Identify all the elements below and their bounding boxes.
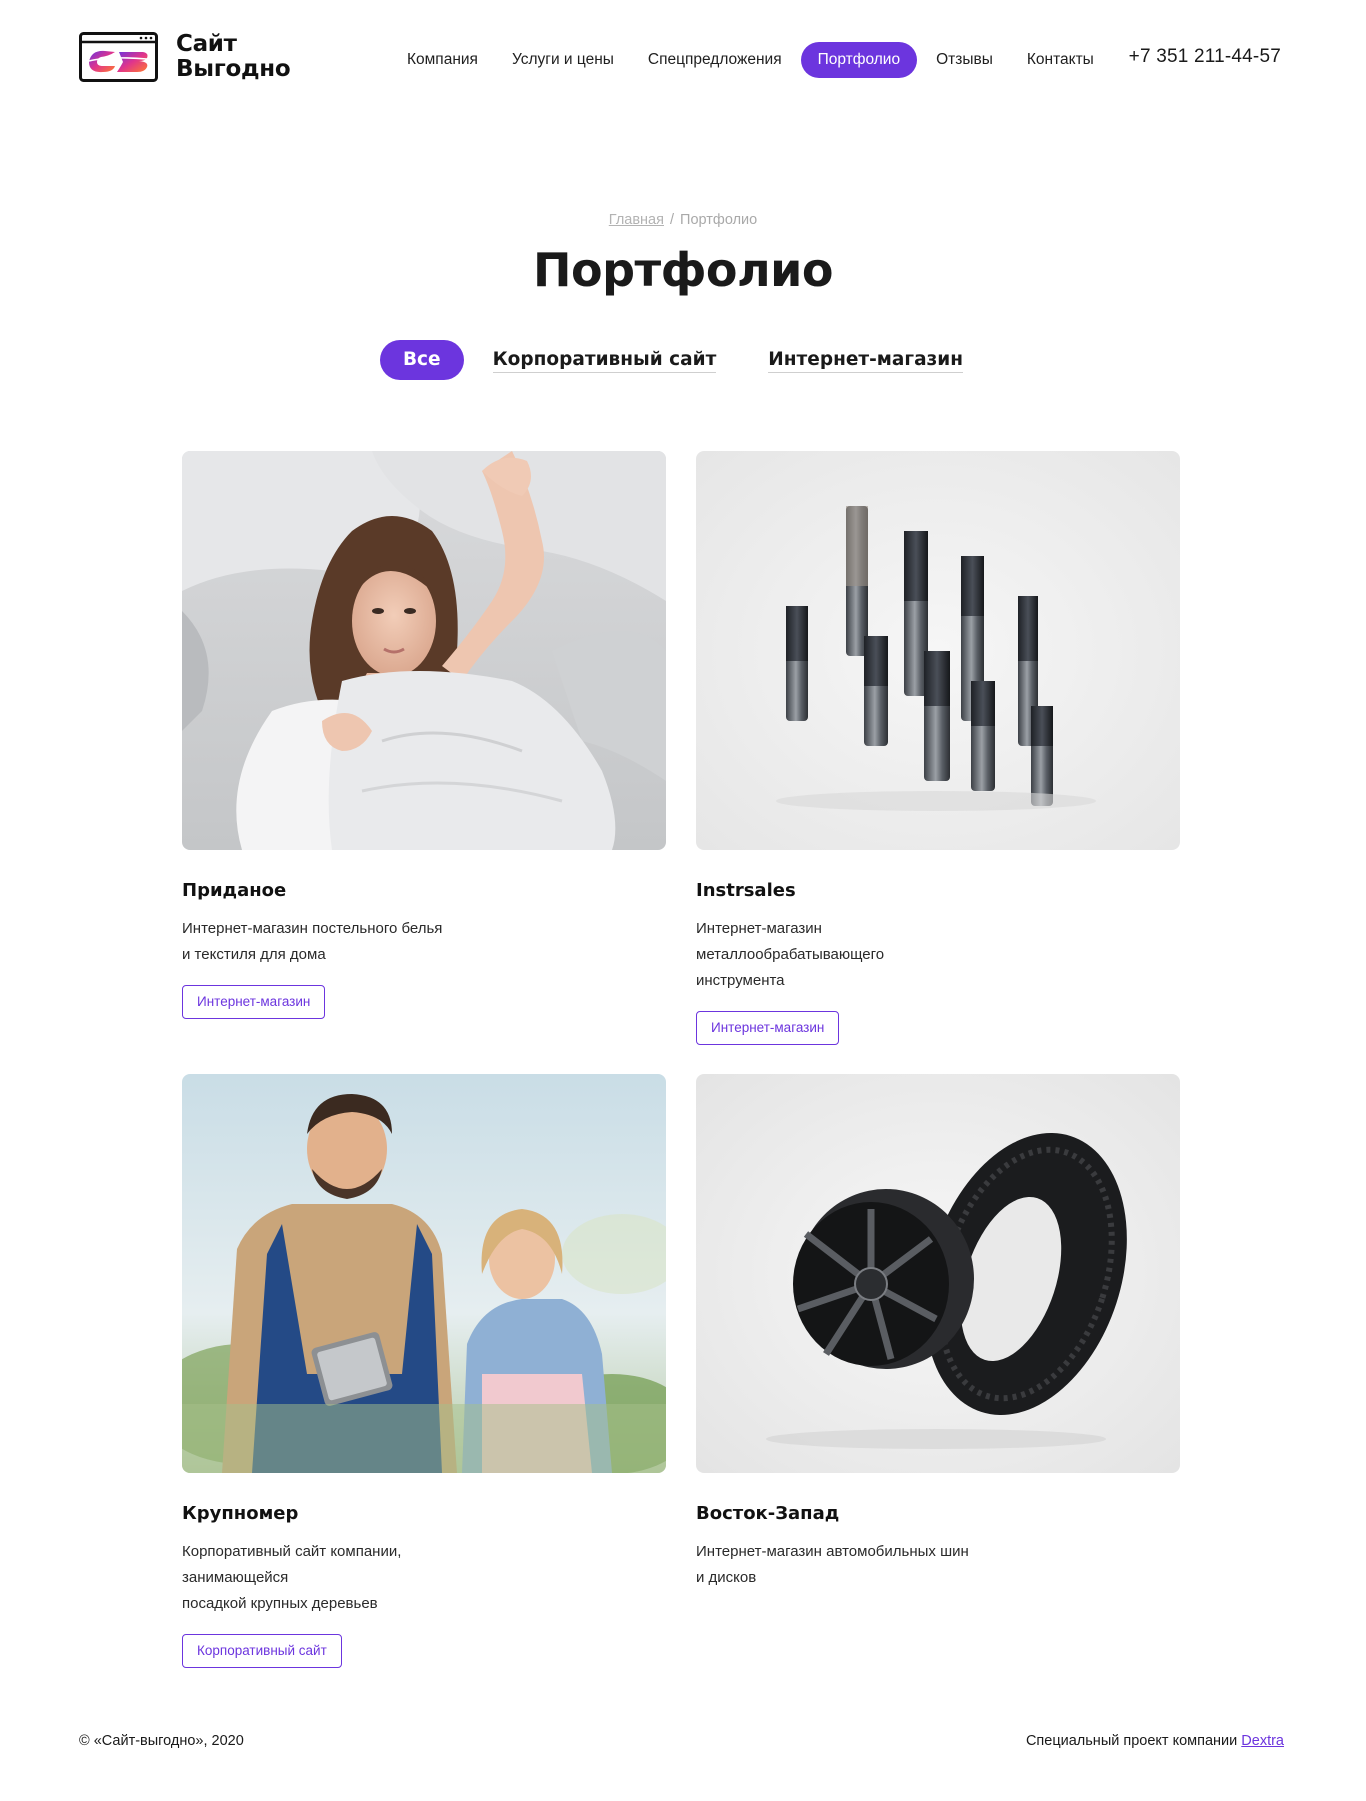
- main-nav: Компания Услуги и цены Спецпредложения П…: [390, 42, 1111, 78]
- woman-in-bed-photo: [182, 451, 666, 850]
- portfolio-card[interactable]: Приданое Интернет-магазин постельного бе…: [182, 451, 666, 1019]
- card-image-tire-and-wheel[interactable]: [696, 1074, 1180, 1473]
- filter-corporate-site-label: Корпоративный сайт: [492, 349, 717, 373]
- copyright: © «Сайт-выгодно», 2020: [79, 1733, 244, 1749]
- footer-project-text: Специальный проект компании: [1025, 1733, 1238, 1749]
- card-description: Интернет-магазин автомобильных шин и дис…: [696, 1539, 996, 1591]
- phone-link[interactable]: +7 351 211-44-57: [1129, 46, 1281, 68]
- card-description-line-1: Корпоративный сайт компании, занимающейс…: [182, 1543, 402, 1586]
- card-description: Интернет-магазин металлообрабатывающего …: [696, 916, 996, 994]
- card-description-line-1: Интернет-магазин постельного белья: [182, 920, 443, 937]
- card-tag-online-store[interactable]: Интернет-магазин: [182, 985, 326, 1019]
- card-description: Интернет-магазин постельного белья и тек…: [182, 916, 482, 968]
- nav-item-company[interactable]: Компания: [390, 42, 495, 78]
- tire-and-wheel-photo: [696, 1074, 1180, 1473]
- portfolio-card[interactable]: Instrsales Интернет-магазин металлообраб…: [696, 451, 1180, 1045]
- card-title[interactable]: Восток-Запад: [696, 1503, 1180, 1524]
- portfolio-card[interactable]: Восток-Запад Интернет-магазин автомобиль…: [696, 1074, 1180, 1591]
- filter-online-store[interactable]: Интернет-магазин: [745, 340, 986, 380]
- page-title: Портфолио: [533, 243, 833, 297]
- breadcrumb-home-link[interactable]: Главная: [609, 212, 664, 228]
- filter-corporate-site[interactable]: Корпоративный сайт: [470, 340, 740, 380]
- footer-dextra-link[interactable]: Dextra: [1241, 1733, 1284, 1749]
- card-tag-online-store[interactable]: Интернет-магазин: [696, 1011, 840, 1045]
- logo-line-1: Сайт: [176, 31, 237, 57]
- portfolio-filters: Все Корпоративный сайт Интернет-магазин: [0, 340, 1366, 380]
- card-image-end-mills[interactable]: [696, 451, 1180, 850]
- portfolio-card[interactable]: Крупномер Корпоративный сайт компании, з…: [182, 1074, 666, 1668]
- card-title[interactable]: Крупномер: [182, 1503, 666, 1524]
- card-description-line-1: Интернет-магазин автомобильных шин: [696, 1543, 969, 1560]
- filter-all[interactable]: Все: [379, 340, 464, 380]
- card-description-line-2: посадкой крупных деревьев: [182, 1595, 378, 1612]
- nav-item-portfolio[interactable]: Портфолио: [800, 42, 918, 78]
- logo-icon: [79, 32, 158, 82]
- logo-text: Сайт Выгодно: [176, 31, 291, 82]
- card-description: Корпоративный сайт компании, занимающейс…: [182, 1539, 482, 1617]
- card-description-line-2: и текстиля для дома: [182, 946, 326, 963]
- end-mills-photo: [696, 451, 1180, 850]
- nav-item-contacts[interactable]: Контакты: [1010, 42, 1111, 78]
- card-title[interactable]: Instrsales: [696, 880, 1180, 901]
- logo-line-2: Выгодно: [176, 56, 291, 82]
- footer-project: Специальный проект компании Dextra: [1026, 1733, 1284, 1749]
- nav-item-reviews[interactable]: Отзывы: [919, 42, 1010, 78]
- breadcrumb: Главная / Портфолио: [0, 212, 1366, 228]
- site-logo[interactable]: Сайт Выгодно: [79, 31, 291, 82]
- gardeners-with-tablet-photo: [182, 1074, 666, 1473]
- card-image-woman-in-bed[interactable]: [182, 451, 666, 850]
- card-tag-corporate-site[interactable]: Корпоративный сайт: [182, 1634, 342, 1668]
- filter-online-store-label: Интернет-магазин: [768, 349, 964, 373]
- breadcrumb-separator: /: [669, 212, 675, 228]
- site-header: Сайт Выгодно Компания Услуги и цены Спец…: [0, 0, 1366, 120]
- card-image-gardeners[interactable]: [182, 1074, 666, 1473]
- nav-item-offers[interactable]: Спецпредложения: [631, 42, 799, 78]
- card-description-line-2: и дисков: [696, 1569, 757, 1586]
- nav-item-services[interactable]: Услуги и цены: [495, 42, 631, 78]
- breadcrumb-current: Портфолио: [680, 212, 758, 228]
- card-description-line-2: инструмента: [696, 972, 785, 989]
- card-description-line-1: Интернет-магазин металлообрабатывающего: [696, 920, 885, 963]
- card-title[interactable]: Приданое: [182, 880, 666, 901]
